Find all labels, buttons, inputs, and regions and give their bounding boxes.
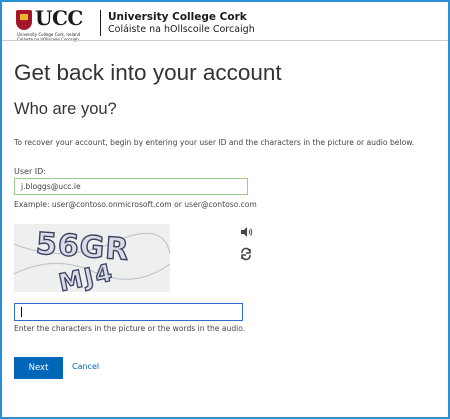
text-caret bbox=[21, 307, 22, 317]
refresh-icon[interactable] bbox=[239, 246, 253, 261]
header: UCC University College Cork, Ireland Col… bbox=[16, 6, 436, 42]
recovery-window: UCC University College Cork, Ireland Col… bbox=[0, 0, 450, 419]
captcha-input[interactable] bbox=[14, 303, 243, 321]
ucc-logo-text: UCC bbox=[35, 6, 83, 30]
user-id-input[interactable]: j.bloggs@ucc.ie bbox=[14, 178, 248, 195]
header-divider bbox=[2, 40, 448, 41]
org-name-irish: Coláiste na hOllscoile Corcaigh bbox=[108, 24, 255, 35]
ucc-crest-logo bbox=[16, 10, 32, 30]
cancel-link[interactable]: Cancel bbox=[72, 362, 99, 371]
captcha-line-1: 56GR bbox=[35, 226, 131, 267]
user-id-example: Example: user@contoso.onmicrosoft.com or… bbox=[14, 200, 257, 209]
page-subtitle: Who are you? bbox=[14, 100, 117, 118]
user-id-label: User ID: bbox=[14, 167, 46, 176]
logo-divider bbox=[100, 10, 101, 36]
org-name: University College Cork bbox=[108, 11, 247, 23]
captcha-image: 56GR MJ4 bbox=[13, 224, 171, 298]
page-title: Get back into your account bbox=[14, 60, 282, 85]
next-button[interactable]: Next bbox=[14, 357, 63, 379]
instructions-text: To recover your account, begin by enteri… bbox=[14, 138, 415, 147]
speaker-icon[interactable] bbox=[239, 224, 253, 238]
captcha-hint: Enter the characters in the picture or t… bbox=[14, 324, 246, 333]
